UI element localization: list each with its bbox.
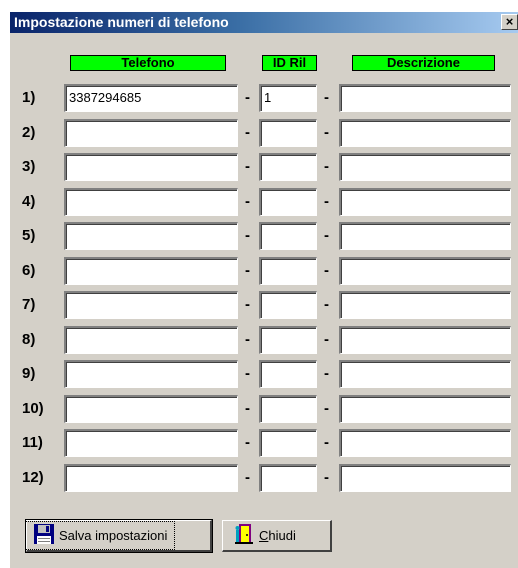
separator-dash: -	[245, 227, 250, 244]
close-label: Chiudi	[259, 528, 296, 543]
separator-dash: -	[324, 296, 329, 313]
telefono-field[interactable]	[64, 119, 238, 147]
header-telefono: Telefono	[70, 55, 226, 71]
id-ril-field[interactable]	[259, 429, 317, 457]
id-ril-field[interactable]	[259, 395, 317, 423]
row-label: 2)	[22, 124, 36, 141]
row-label: 11)	[22, 434, 43, 451]
separator-dash: -	[245, 331, 250, 348]
close-window-button[interactable]: ×	[501, 14, 518, 30]
separator-dash: -	[245, 400, 250, 417]
separator-dash: -	[245, 434, 250, 451]
separator-dash: -	[324, 124, 329, 141]
separator-dash: -	[245, 469, 250, 486]
descrizione-field[interactable]	[339, 222, 511, 250]
close-label-rest: hiudi	[268, 528, 296, 543]
telefono-field[interactable]	[64, 291, 238, 319]
header-descrizione: Descrizione	[352, 55, 495, 71]
telefono-field[interactable]	[64, 429, 238, 457]
separator-dash: -	[245, 193, 250, 210]
save-settings-button[interactable]: Salva impostazioni	[24, 519, 213, 553]
separator-dash: -	[245, 158, 250, 175]
row-label: 12)	[22, 469, 44, 486]
separator-dash: -	[324, 262, 329, 279]
descrizione-field[interactable]	[339, 464, 511, 492]
separator-dash: -	[324, 227, 329, 244]
row-label: 7)	[22, 296, 36, 313]
id-ril-field[interactable]	[259, 464, 317, 492]
telefono-field[interactable]	[64, 360, 238, 388]
descrizione-field[interactable]	[339, 326, 511, 354]
top-margin	[0, 0, 518, 12]
descrizione-field[interactable]	[339, 429, 511, 457]
telefono-field[interactable]	[64, 395, 238, 423]
separator-dash: -	[324, 193, 329, 210]
descrizione-field[interactable]	[339, 188, 511, 216]
separator-dash: -	[324, 434, 329, 451]
row-label: 3)	[22, 158, 36, 175]
separator-dash: -	[324, 400, 329, 417]
descrizione-field[interactable]	[339, 360, 511, 388]
id-ril-field[interactable]: 1	[259, 84, 317, 112]
header-id-ril: ID Ril	[262, 55, 317, 71]
descrizione-field[interactable]	[339, 257, 511, 285]
title-bar[interactable]: Impostazione numeri di telefono ×	[10, 12, 518, 33]
id-ril-field[interactable]	[259, 326, 317, 354]
descrizione-field[interactable]	[339, 395, 511, 423]
row-label: 5)	[22, 227, 36, 244]
telefono-field[interactable]	[64, 188, 238, 216]
save-settings-label: Salva impostazioni	[59, 528, 168, 543]
separator-dash: -	[324, 469, 329, 486]
exit-door-icon	[233, 522, 255, 549]
separator-dash: -	[324, 158, 329, 175]
separator-dash: -	[324, 89, 329, 106]
telefono-field[interactable]	[64, 257, 238, 285]
separator-dash: -	[245, 296, 250, 313]
separator-dash: -	[324, 365, 329, 382]
dialog-window: Impostazione numeri di telefono × Telefo…	[0, 0, 518, 568]
id-ril-field[interactable]	[259, 153, 317, 181]
row-label: 1)	[22, 89, 36, 106]
floppy-disk-icon	[33, 523, 55, 548]
row-label: 10)	[22, 400, 44, 417]
id-ril-field[interactable]	[259, 360, 317, 388]
telefono-field[interactable]	[64, 464, 238, 492]
separator-dash: -	[245, 262, 250, 279]
left-margin	[0, 0, 10, 568]
descrizione-field[interactable]	[339, 153, 511, 181]
id-ril-field[interactable]	[259, 291, 317, 319]
id-ril-field[interactable]	[259, 257, 317, 285]
separator-dash: -	[245, 124, 250, 141]
id-ril-field[interactable]	[259, 119, 317, 147]
separator-dash: -	[245, 89, 250, 106]
separator-dash: -	[324, 331, 329, 348]
telefono-field[interactable]	[64, 153, 238, 181]
window-title: Impostazione numeri di telefono	[14, 14, 229, 30]
close-button[interactable]: Chiudi	[222, 520, 332, 552]
id-ril-field[interactable]	[259, 222, 317, 250]
row-label: 6)	[22, 262, 36, 279]
close-mnemonic: C	[259, 528, 269, 543]
descrizione-field[interactable]	[339, 291, 511, 319]
row-label: 4)	[22, 193, 36, 210]
row-label: 8)	[22, 331, 36, 348]
telefono-field[interactable]	[64, 222, 238, 250]
row-label: 9)	[22, 365, 36, 382]
telefono-field[interactable]: 3387294685	[64, 84, 238, 112]
descrizione-field[interactable]	[339, 84, 511, 112]
id-ril-field[interactable]	[259, 188, 317, 216]
descrizione-field[interactable]	[339, 119, 511, 147]
separator-dash: -	[245, 365, 250, 382]
telefono-field[interactable]	[64, 326, 238, 354]
